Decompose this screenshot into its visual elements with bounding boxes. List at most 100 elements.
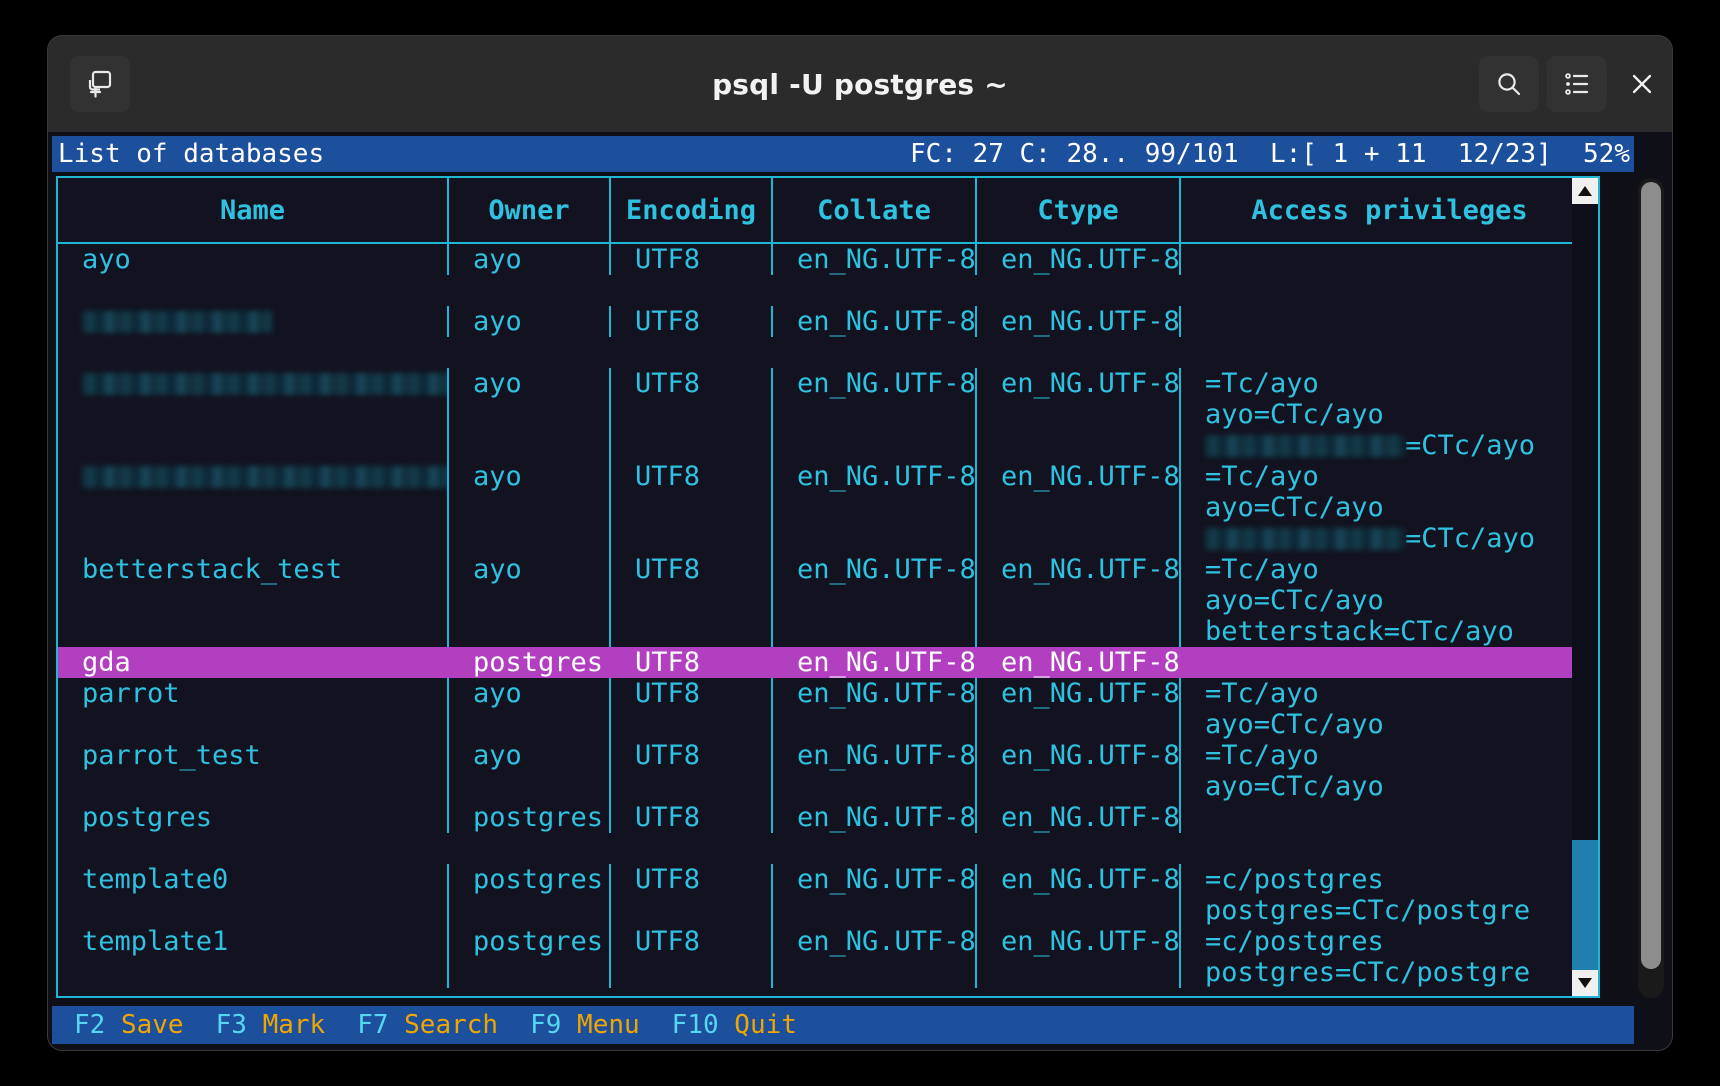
search-button[interactable] bbox=[1479, 56, 1539, 112]
cell-ctype: en_NG.UTF-8 bbox=[976, 802, 1181, 833]
cell-privileges: =Tc/ayo ayo=CTc/ayo =CTc/ayo bbox=[1205, 368, 1536, 461]
terminal-content: List of databases FC: 27 C: 28.. 99/101 … bbox=[48, 132, 1672, 1050]
cell-collate: en_NG.UTF-8 bbox=[772, 647, 977, 678]
table-scrollbar-track[interactable] bbox=[1572, 204, 1598, 970]
cell-encoding: UTF8 bbox=[610, 554, 773, 647]
window-scrollbar-thumb[interactable] bbox=[1641, 182, 1661, 970]
column-header-name[interactable]: Name bbox=[58, 178, 449, 244]
cell-encoding: UTF8 bbox=[610, 926, 773, 988]
table-scrollbar[interactable] bbox=[1572, 178, 1598, 996]
cell-owner: ayo bbox=[448, 306, 611, 337]
cell-collate: en_NG.UTF-8 bbox=[772, 864, 977, 926]
search-icon bbox=[1496, 71, 1522, 97]
function-key-code: F9 bbox=[530, 1010, 562, 1040]
redacted-text bbox=[1205, 435, 1405, 457]
cell-collate: en_NG.UTF-8 bbox=[772, 554, 977, 647]
terminal-window: psql -U postgres ~ List of databases FC:… bbox=[48, 36, 1672, 1050]
database-list-panel: Name Owner Encoding Collate Ctype Access… bbox=[56, 176, 1626, 998]
column-header-owner[interactable]: Owner bbox=[448, 178, 611, 244]
cell-encoding: UTF8 bbox=[610, 368, 773, 461]
column-header-collate[interactable]: Collate bbox=[772, 178, 977, 244]
close-icon bbox=[1627, 69, 1657, 99]
status-bar: List of databases FC: 27 C: 28.. 99/101 … bbox=[52, 136, 1634, 172]
table-row[interactable]: ayo UTF8 en_NG.UTF-8 en_NG.UTF-8 =Tc/ayo ayo=… bbox=[58, 461, 1598, 554]
cell-ctype: en_NG.UTF-8 bbox=[976, 678, 1181, 740]
cell-ctype: en_NG.UTF-8 bbox=[976, 368, 1181, 461]
close-button[interactable] bbox=[1612, 56, 1672, 112]
function-key-label: Menu bbox=[577, 1010, 640, 1040]
cell-ctype: en_NG.UTF-8 bbox=[976, 647, 1181, 678]
table-row[interactable]: template0 postgres UTF8 en_NG.UTF-8 en_NG.UT… bbox=[58, 864, 1598, 926]
title-bar: psql -U postgres ~ bbox=[48, 36, 1672, 132]
window-scrollbar[interactable] bbox=[1638, 178, 1664, 998]
cell-privileges: =Tc/ayo ayo=CTc/ayo bbox=[1205, 678, 1384, 740]
redacted-text bbox=[82, 311, 272, 333]
status-bar-info: FC: 27 C: 28.. 99/101 L:[ 1 + 11 12/23] … bbox=[909, 139, 1630, 169]
cell-privileges bbox=[1180, 647, 1598, 678]
table-row[interactable]: gda postgres UTF8 en_NG.UTF-8 en_NG.UTF-8 bbox=[58, 647, 1598, 678]
cell-owner: postgres bbox=[448, 647, 611, 678]
function-key-f7[interactable]: F7 Search bbox=[357, 1010, 498, 1040]
cell-owner: ayo bbox=[448, 740, 611, 802]
table-row[interactable]: ayo UTF8 en_NG.UTF-8 en_NG.UTF-8 bbox=[58, 306, 1598, 337]
table-row[interactable]: template1 postgres UTF8 en_NG.UTF-8 en_NG.UT… bbox=[58, 926, 1598, 988]
function-key-code: F7 bbox=[357, 1010, 389, 1040]
table-scrollbar-thumb[interactable] bbox=[1572, 840, 1598, 970]
cell-name: template0 bbox=[58, 864, 449, 926]
table-row[interactable]: parrot ayo UTF8 en_NG.UTF-8 en_NG.UTF-8 =Tc/a… bbox=[58, 678, 1598, 740]
cell-encoding: UTF8 bbox=[610, 243, 773, 275]
cell-encoding: UTF8 bbox=[610, 740, 773, 802]
row-spacer bbox=[58, 275, 1598, 306]
cell-owner: ayo bbox=[448, 243, 611, 275]
function-key-f3[interactable]: F3 Mark bbox=[216, 1010, 326, 1040]
cell-privileges bbox=[1180, 243, 1598, 275]
cell-encoding: UTF8 bbox=[610, 864, 773, 926]
scroll-down-arrow-icon[interactable] bbox=[1572, 970, 1598, 996]
cell-owner: ayo bbox=[448, 461, 611, 554]
table-row[interactable]: parrot_test ayo UTF8 en_NG.UTF-8 en_NG.UTF-8… bbox=[58, 740, 1598, 802]
cell-collate: en_NG.UTF-8 bbox=[772, 926, 977, 988]
cell-owner: postgres bbox=[448, 802, 611, 833]
cell-collate: en_NG.UTF-8 bbox=[772, 678, 977, 740]
cell-collate: en_NG.UTF-8 bbox=[772, 740, 977, 802]
scroll-up-arrow-icon[interactable] bbox=[1572, 178, 1598, 204]
cell-collate: en_NG.UTF-8 bbox=[772, 243, 977, 275]
redacted-text bbox=[82, 466, 446, 488]
cell-ctype: en_NG.UTF-8 bbox=[976, 864, 1181, 926]
cell-ctype: en_NG.UTF-8 bbox=[976, 554, 1181, 647]
row-spacer bbox=[58, 833, 1598, 864]
cell-name: template1 bbox=[58, 926, 449, 988]
cell-collate: en_NG.UTF-8 bbox=[772, 306, 977, 337]
cell-ctype: en_NG.UTF-8 bbox=[976, 926, 1181, 988]
table-row[interactable]: ayo ayo UTF8 en_NG.UTF-8 en_NG.UTF-8 bbox=[58, 243, 1598, 275]
cell-ctype: en_NG.UTF-8 bbox=[976, 306, 1181, 337]
table-row[interactable]: postgres postgres UTF8 en_NG.UTF-8 en_NG.UTF… bbox=[58, 802, 1598, 833]
function-key-label: Search bbox=[404, 1010, 499, 1040]
function-key-f2[interactable]: F2 Save bbox=[74, 1010, 184, 1040]
database-table-grid: Name Owner Encoding Collate Ctype Access… bbox=[58, 178, 1598, 988]
cell-privileges: =c/postgres postgres=CTc/postgre bbox=[1205, 864, 1531, 926]
cell-encoding: UTF8 bbox=[610, 802, 773, 833]
cell-owner: ayo bbox=[448, 678, 611, 740]
cell-privileges bbox=[1180, 802, 1598, 833]
cell-collate: en_NG.UTF-8 bbox=[772, 802, 977, 833]
cell-encoding: UTF8 bbox=[610, 678, 773, 740]
cell-privileges: =Tc/ayo ayo=CTc/ayo bbox=[1205, 740, 1384, 802]
function-key-label: Quit bbox=[734, 1010, 797, 1040]
function-key-f9[interactable]: F9 Menu bbox=[530, 1010, 640, 1040]
cell-privileges: =Tc/ayo ayo=CTc/ayo =CTc/ayo bbox=[1205, 461, 1536, 554]
menu-list-button[interactable] bbox=[1547, 56, 1607, 112]
column-header-privileges[interactable]: Access privileges bbox=[1180, 178, 1598, 244]
table-row[interactable]: ayo UTF8 en_NG.UTF-8 en_NG.UTF-8 =Tc/ayo ayo=… bbox=[58, 368, 1598, 461]
function-key-bar: F2 Save F3 Mark F7 Search F9 Menu F10 Quit bbox=[52, 1006, 1634, 1044]
cell-ctype: en_NG.UTF-8 bbox=[976, 243, 1181, 275]
column-header-encoding[interactable]: Encoding bbox=[610, 178, 773, 244]
column-header-ctype[interactable]: Ctype bbox=[976, 178, 1181, 244]
cell-owner: postgres bbox=[448, 926, 611, 988]
cell-ctype: en_NG.UTF-8 bbox=[976, 740, 1181, 802]
cell-name: betterstack_test bbox=[58, 554, 449, 647]
redacted-text bbox=[1205, 528, 1405, 550]
function-key-f10[interactable]: F10 Quit bbox=[672, 1010, 797, 1040]
table-row[interactable]: betterstack_test ayo UTF8 en_NG.UTF-8 en_NG.… bbox=[58, 554, 1598, 647]
function-key-code: F2 bbox=[74, 1010, 106, 1040]
